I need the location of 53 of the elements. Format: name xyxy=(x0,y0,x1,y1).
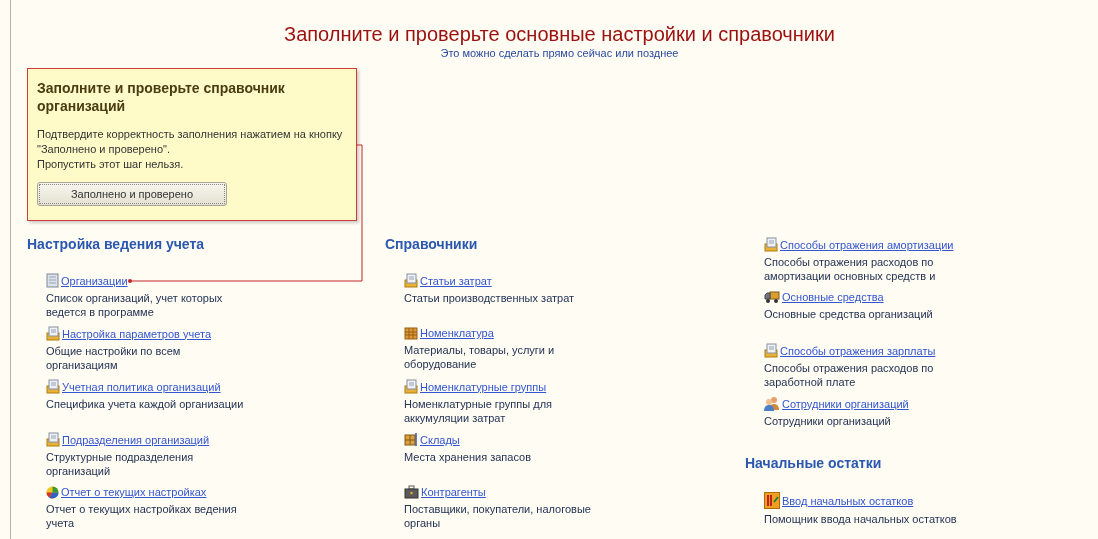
confirm-button[interactable]: Заполнено и проверено xyxy=(37,182,227,206)
callout-title: Заполните и проверьте справочник организаций xyxy=(37,79,286,115)
link-description: Способы отражения расходов по амортизации основных средств и xyxy=(764,255,937,283)
link-description: Отчет о текущих настройках ведения учета xyxy=(46,502,238,530)
link-description: Способы отражения расходов по заработной плате xyxy=(764,361,935,389)
clipboard-icon xyxy=(46,273,59,288)
truck-icon xyxy=(764,290,780,304)
link-description: Сотрудники организаций xyxy=(764,414,892,428)
document-stack-icon xyxy=(404,379,418,394)
callout-text: Подтвердите корректность заполнения нажатием на кнопку "Заполнено и проверено". Пропустить этот шаг нельзя. xyxy=(37,127,344,172)
section-heading: Настройка ведения учета xyxy=(27,235,206,253)
document-stack-icon xyxy=(764,343,778,358)
link-description: Места хранения запасов xyxy=(404,450,532,464)
reference-link[interactable]: Номенклатура xyxy=(420,326,494,340)
document-stack-icon xyxy=(46,379,60,394)
section-heading: Справочники xyxy=(385,235,479,253)
reference-link[interactable]: Отчет о текущих настройках xyxy=(61,485,207,499)
link-description: Основные средства организаций xyxy=(764,307,934,321)
section-heading: Начальные остатки xyxy=(745,454,883,472)
document-stack-icon xyxy=(46,432,60,447)
link-description: Специфика учета каждой организации xyxy=(46,397,245,411)
link-description: Общие настройки по всем организациям xyxy=(46,344,182,372)
link-description: Список организаций, учет которых ведется в программе xyxy=(46,291,224,319)
link-description: Статьи производственных затрат xyxy=(404,291,576,305)
reference-link[interactable]: Учетная политика организаций xyxy=(62,379,221,394)
reference-link[interactable]: Настройка параметров учета xyxy=(62,326,212,341)
reference-link[interactable]: Способы отражения зарплаты xyxy=(780,343,936,358)
reference-link[interactable]: Подразделения организаций xyxy=(62,432,210,447)
reference-link[interactable]: Номенклатурные группы xyxy=(420,379,547,394)
link-description: Структурные подразделения организаций xyxy=(46,450,195,478)
reference-link[interactable]: Ввод начальных остатков xyxy=(782,493,914,508)
reference-link[interactable]: Основные средства xyxy=(782,290,884,304)
document-stack-icon xyxy=(764,237,778,252)
people-icon xyxy=(764,396,780,411)
reference-link[interactable]: Способы отражения амортизации xyxy=(780,237,954,252)
pie-chart-icon xyxy=(46,485,59,499)
reference-link[interactable]: Склады xyxy=(420,432,460,447)
link-description: Помощник ввода начальных остатков xyxy=(764,512,958,526)
page-subtitle: Это можно сделать прямо сейчас или позднее xyxy=(440,47,679,59)
crate-icon xyxy=(404,326,418,340)
link-description: Поставщики, покупатели, налоговые органы xyxy=(404,502,592,530)
wizard-icon xyxy=(764,492,780,509)
document-stack-icon xyxy=(46,326,60,341)
link-description: Номенклатурные группы для аккумуляции затрат xyxy=(404,397,554,425)
page-title: Заполните и проверьте основные настройки и справочники xyxy=(284,22,835,46)
reference-link[interactable]: Организации xyxy=(61,273,128,288)
shelf-icon xyxy=(404,432,418,447)
link-description: Материалы, товары, услуги и оборудование xyxy=(404,343,556,371)
reference-link[interactable]: Контрагенты xyxy=(421,485,486,499)
reference-link[interactable]: Статьи затрат xyxy=(420,273,492,288)
briefcase-icon xyxy=(404,485,419,499)
document-stack-icon xyxy=(404,273,418,288)
reference-link[interactable]: Сотрудники организаций xyxy=(782,396,909,411)
